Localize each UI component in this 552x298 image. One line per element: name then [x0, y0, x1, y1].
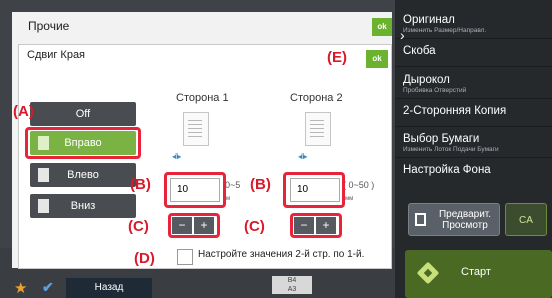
- start-button[interactable]: Старт: [405, 250, 552, 298]
- divider: [395, 66, 552, 67]
- menu-item-punch-sub: Пробивка Отверстий: [403, 87, 467, 94]
- back-button[interactable]: Назад: [66, 278, 152, 298]
- highlight-side1-input: [164, 172, 226, 208]
- preview-label: Предварит. Просмотр: [438, 209, 492, 231]
- menu-item-background-label: Настройка Фона: [403, 164, 491, 176]
- side2-unit: мм: [345, 196, 354, 202]
- menu-item-punch-label: Дырокол: [403, 74, 450, 86]
- callout-b: (B): [130, 176, 151, 193]
- menu-item-duplex-label: 2-Сторонняя Копия: [403, 105, 507, 117]
- divider: [395, 38, 552, 39]
- highlight-side2-input: [283, 172, 345, 208]
- divider: [395, 126, 552, 127]
- side1-unit: м: [226, 196, 231, 202]
- page-icon: [38, 199, 49, 213]
- paper-size-a3: A3: [287, 286, 297, 293]
- menu-item-staple[interactable]: Скоба: [403, 45, 436, 58]
- side2-label: Сторона 2: [290, 92, 343, 104]
- menu-item-paper-select[interactable]: Выбор Бумаги Изменить Лоток Подачи Бумаг…: [403, 133, 499, 154]
- side2-shift-arrow-icon: ◂‖▸: [298, 152, 307, 161]
- menu-item-staple-label: Скоба: [403, 45, 436, 57]
- highlight-direction: [25, 127, 141, 159]
- side1-range: 0~5: [225, 180, 241, 190]
- outer-ok-button[interactable]: ok: [372, 18, 392, 36]
- side2-range: ( 0~50 ): [343, 180, 375, 190]
- callout-e: (E): [327, 49, 347, 66]
- menu-item-paper-select-label: Выбор Бумаги: [403, 133, 480, 145]
- callout-b: (B): [250, 176, 271, 193]
- page-icon: [38, 168, 49, 182]
- highlight-side1-stepper: [168, 213, 220, 238]
- preview-button[interactable]: Предварит. Просмотр: [408, 203, 500, 236]
- menu-item-paper-select-sub: Изменить Лоток Подачи Бумаги: [403, 146, 499, 153]
- margin-shift-title: Сдвиг Края: [27, 49, 86, 61]
- callout-c: (C): [244, 218, 265, 235]
- start-label: Старт: [461, 266, 491, 278]
- divider: [395, 98, 552, 99]
- copy-side1-label: Настройте значения 2-й стр. по 1-й.: [198, 249, 365, 260]
- callout-d: (D): [134, 250, 155, 267]
- highlight-side2-stepper: [290, 213, 342, 238]
- paper-size-b4: B4: [287, 277, 297, 284]
- side1-shift-arrow-icon: ◂‖▸: [172, 152, 181, 161]
- callout-c: (C): [128, 218, 149, 235]
- menu-item-original-sub: Изменить Размер/Направл.: [403, 27, 487, 34]
- divider: [395, 157, 552, 158]
- menu-item-punch[interactable]: Дырокол Пробивка Отверстий: [403, 74, 466, 95]
- paper-size-indicator: B4 A3: [272, 276, 312, 294]
- star-icon[interactable]: ★: [14, 279, 27, 297]
- ca-button[interactable]: CA: [505, 203, 547, 236]
- side1-label: Сторона 1: [176, 92, 229, 104]
- direction-left-label: Влево: [67, 169, 99, 181]
- menu-item-background[interactable]: Настройка Фона: [403, 164, 491, 177]
- copy-side1-checkbox[interactable]: [177, 249, 193, 265]
- dialog-title: Прочие: [28, 19, 70, 33]
- direction-off-label: Off: [75, 108, 91, 120]
- preview-icon: [415, 213, 426, 226]
- side1-document-icon: [183, 112, 209, 146]
- direction-off-button[interactable]: Off: [30, 102, 136, 126]
- menu-item-original-label: Оригинал: [403, 14, 455, 26]
- direction-down-label: Вниз: [70, 200, 96, 212]
- direction-left-button[interactable]: Влево: [30, 163, 136, 187]
- side2-document-icon: [305, 112, 331, 146]
- checkmark-icon[interactable]: ✔: [42, 279, 54, 296]
- inner-ok-button[interactable]: ok: [366, 50, 388, 68]
- chevron-right-icon[interactable]: ›: [400, 27, 405, 43]
- callout-a: (A): [13, 103, 34, 120]
- direction-down-button[interactable]: Вниз: [30, 194, 136, 218]
- menu-item-duplex[interactable]: 2-Сторонняя Копия: [403, 105, 506, 118]
- menu-item-original[interactable]: Оригинал Изменить Размер/Направл.: [403, 14, 486, 35]
